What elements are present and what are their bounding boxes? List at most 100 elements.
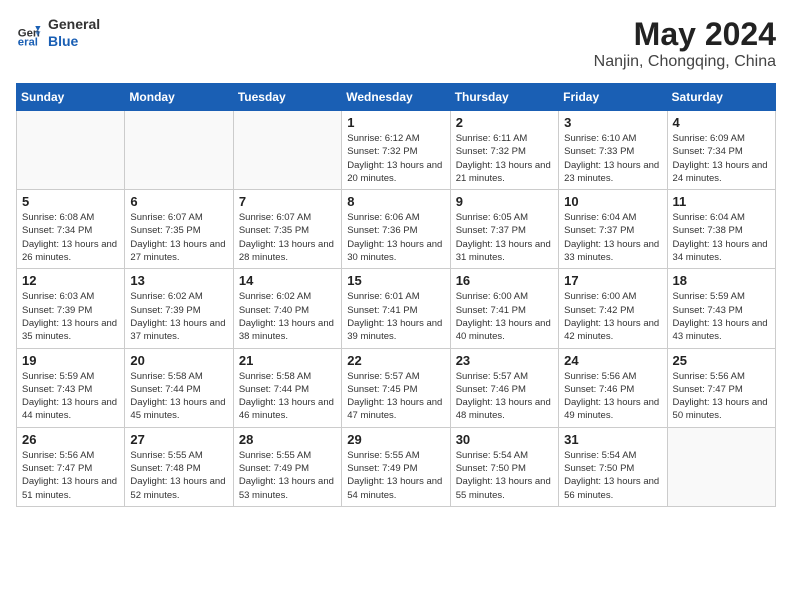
- day-info: Sunrise: 6:01 AM Sunset: 7:41 PM Dayligh…: [347, 290, 444, 343]
- day-info: Sunrise: 6:06 AM Sunset: 7:36 PM Dayligh…: [347, 211, 444, 264]
- calendar-location: Nanjin, Chongqing, China: [594, 53, 776, 71]
- day-number: 1: [347, 115, 444, 130]
- day-info: Sunrise: 6:04 AM Sunset: 7:38 PM Dayligh…: [673, 211, 770, 264]
- day-info: Sunrise: 6:03 AM Sunset: 7:39 PM Dayligh…: [22, 290, 119, 343]
- weekday-header: Thursday: [450, 84, 558, 111]
- calendar-cell: 7 Sunrise: 6:07 AM Sunset: 7:35 PM Daylig…: [233, 190, 341, 269]
- day-number: 28: [239, 432, 336, 447]
- calendar-cell: 14Sunrise: 6:02 AM Sunset: 7:40 PM Dayli…: [233, 269, 341, 348]
- calendar-week-row: 19 Sunrise: 5:59 AM Sunset: 7:43 PM Dayli…: [17, 348, 776, 427]
- calendar-cell: 29 Sunrise: 5:55 AM Sunset: 7:49 PM Dayli…: [342, 427, 450, 506]
- day-info: Sunrise: 6:07 AM Sunset: 7:35 PM Dayligh…: [130, 211, 227, 264]
- page-header: Gen eral General Blue May 2024 Nanjin, C…: [16, 16, 776, 71]
- calendar-cell: [667, 427, 775, 506]
- calendar-cell: 26 Sunrise: 5:56 AM Sunset: 7:47 PM Dayli…: [17, 427, 125, 506]
- day-number: 21: [239, 353, 336, 368]
- weekday-header: Tuesday: [233, 84, 341, 111]
- calendar-cell: 2 Sunrise: 6:11 AM Sunset: 7:32 PM Daylig…: [450, 111, 558, 190]
- day-info: Sunrise: 5:54 AM Sunset: 7:50 PM Dayligh…: [456, 449, 553, 502]
- day-number: 2: [456, 115, 553, 130]
- day-info: Sunrise: 5:58 AM Sunset: 7:44 PM Dayligh…: [239, 370, 336, 423]
- day-number: 10: [564, 194, 661, 209]
- day-info: Sunrise: 5:56 AM Sunset: 7:47 PM Dayligh…: [673, 370, 770, 423]
- day-info: Sunrise: 6:00 AM Sunset: 7:42 PM Dayligh…: [564, 290, 661, 343]
- day-number: 19: [22, 353, 119, 368]
- calendar-cell: 9Sunrise: 6:05 AM Sunset: 7:37 PM Daylig…: [450, 190, 558, 269]
- day-number: 27: [130, 432, 227, 447]
- weekday-header: Wednesday: [342, 84, 450, 111]
- day-info: Sunrise: 5:56 AM Sunset: 7:47 PM Dayligh…: [22, 449, 119, 502]
- day-info: Sunrise: 5:55 AM Sunset: 7:49 PM Dayligh…: [239, 449, 336, 502]
- day-info: Sunrise: 5:57 AM Sunset: 7:45 PM Dayligh…: [347, 370, 444, 423]
- day-number: 16: [456, 273, 553, 288]
- day-info: Sunrise: 6:10 AM Sunset: 7:33 PM Dayligh…: [564, 132, 661, 185]
- day-number: 20: [130, 353, 227, 368]
- day-info: Sunrise: 5:57 AM Sunset: 7:46 PM Dayligh…: [456, 370, 553, 423]
- calendar-cell: 21 Sunrise: 5:58 AM Sunset: 7:44 PM Dayli…: [233, 348, 341, 427]
- calendar-cell: [233, 111, 341, 190]
- calendar-cell: 31 Sunrise: 5:54 AM Sunset: 7:50 PM Dayli…: [559, 427, 667, 506]
- logo-icon: Gen eral: [16, 19, 44, 47]
- day-number: 26: [22, 432, 119, 447]
- day-info: Sunrise: 6:11 AM Sunset: 7:32 PM Dayligh…: [456, 132, 553, 185]
- calendar-week-row: 5Sunrise: 6:08 AM Sunset: 7:34 PM Daylig…: [17, 190, 776, 269]
- day-number: 29: [347, 432, 444, 447]
- weekday-header: Sunday: [17, 84, 125, 111]
- day-number: 31: [564, 432, 661, 447]
- calendar-week-row: 26 Sunrise: 5:56 AM Sunset: 7:47 PM Dayli…: [17, 427, 776, 506]
- day-number: 18: [673, 273, 770, 288]
- calendar-cell: 12 Sunrise: 6:03 AM Sunset: 7:39 PM Dayli…: [17, 269, 125, 348]
- calendar-cell: 22 Sunrise: 5:57 AM Sunset: 7:45 PM Dayli…: [342, 348, 450, 427]
- logo-blue-text: Blue: [48, 33, 100, 50]
- calendar-week-row: 12 Sunrise: 6:03 AM Sunset: 7:39 PM Dayli…: [17, 269, 776, 348]
- day-info: Sunrise: 5:54 AM Sunset: 7:50 PM Dayligh…: [564, 449, 661, 502]
- day-number: 5: [22, 194, 119, 209]
- calendar-cell: 20Sunrise: 5:58 AM Sunset: 7:44 PM Dayli…: [125, 348, 233, 427]
- day-number: 25: [673, 353, 770, 368]
- day-number: 12: [22, 273, 119, 288]
- day-number: 11: [673, 194, 770, 209]
- calendar-cell: 4 Sunrise: 6:09 AM Sunset: 7:34 PM Daylig…: [667, 111, 775, 190]
- day-number: 13: [130, 273, 227, 288]
- day-number: 17: [564, 273, 661, 288]
- day-number: 24: [564, 353, 661, 368]
- day-number: 4: [673, 115, 770, 130]
- day-info: Sunrise: 6:09 AM Sunset: 7:34 PM Dayligh…: [673, 132, 770, 185]
- calendar-cell: 11 Sunrise: 6:04 AM Sunset: 7:38 PM Dayli…: [667, 190, 775, 269]
- day-number: 14: [239, 273, 336, 288]
- day-info: Sunrise: 5:59 AM Sunset: 7:43 PM Dayligh…: [673, 290, 770, 343]
- day-info: Sunrise: 6:07 AM Sunset: 7:35 PM Dayligh…: [239, 211, 336, 264]
- day-number: 9: [456, 194, 553, 209]
- calendar-cell: 3Sunrise: 6:10 AM Sunset: 7:33 PM Daylig…: [559, 111, 667, 190]
- day-number: 15: [347, 273, 444, 288]
- calendar-cell: 18 Sunrise: 5:59 AM Sunset: 7:43 PM Dayli…: [667, 269, 775, 348]
- day-number: 8: [347, 194, 444, 209]
- calendar-week-row: 1 Sunrise: 6:12 AM Sunset: 7:32 PM Daylig…: [17, 111, 776, 190]
- day-info: Sunrise: 5:55 AM Sunset: 7:48 PM Dayligh…: [130, 449, 227, 502]
- weekday-header: Monday: [125, 84, 233, 111]
- calendar-table: SundayMondayTuesdayWednesdayThursdayFrid…: [16, 83, 776, 507]
- calendar-cell: 5Sunrise: 6:08 AM Sunset: 7:34 PM Daylig…: [17, 190, 125, 269]
- calendar-cell: 27 Sunrise: 5:55 AM Sunset: 7:48 PM Dayli…: [125, 427, 233, 506]
- day-info: Sunrise: 5:59 AM Sunset: 7:43 PM Dayligh…: [22, 370, 119, 423]
- calendar-cell: 28 Sunrise: 5:55 AM Sunset: 7:49 PM Dayli…: [233, 427, 341, 506]
- calendar-cell: 15 Sunrise: 6:01 AM Sunset: 7:41 PM Dayli…: [342, 269, 450, 348]
- day-info: Sunrise: 6:00 AM Sunset: 7:41 PM Dayligh…: [456, 290, 553, 343]
- day-info: Sunrise: 5:56 AM Sunset: 7:46 PM Dayligh…: [564, 370, 661, 423]
- weekday-header: Saturday: [667, 84, 775, 111]
- title-block: May 2024 Nanjin, Chongqing, China: [594, 16, 776, 71]
- logo: Gen eral General Blue: [16, 16, 100, 50]
- day-info: Sunrise: 6:12 AM Sunset: 7:32 PM Dayligh…: [347, 132, 444, 185]
- calendar-cell: 25 Sunrise: 5:56 AM Sunset: 7:47 PM Dayli…: [667, 348, 775, 427]
- day-info: Sunrise: 5:55 AM Sunset: 7:49 PM Dayligh…: [347, 449, 444, 502]
- logo-general-text: General: [48, 16, 100, 33]
- svg-text:eral: eral: [18, 36, 38, 47]
- day-number: 6: [130, 194, 227, 209]
- calendar-cell: 16 Sunrise: 6:00 AM Sunset: 7:41 PM Dayli…: [450, 269, 558, 348]
- day-number: 7: [239, 194, 336, 209]
- calendar-cell: 30Sunrise: 5:54 AM Sunset: 7:50 PM Dayli…: [450, 427, 558, 506]
- weekday-header-row: SundayMondayTuesdayWednesdayThursdayFrid…: [17, 84, 776, 111]
- day-info: Sunrise: 6:04 AM Sunset: 7:37 PM Dayligh…: [564, 211, 661, 264]
- calendar-cell: 8 Sunrise: 6:06 AM Sunset: 7:36 PM Daylig…: [342, 190, 450, 269]
- day-number: 22: [347, 353, 444, 368]
